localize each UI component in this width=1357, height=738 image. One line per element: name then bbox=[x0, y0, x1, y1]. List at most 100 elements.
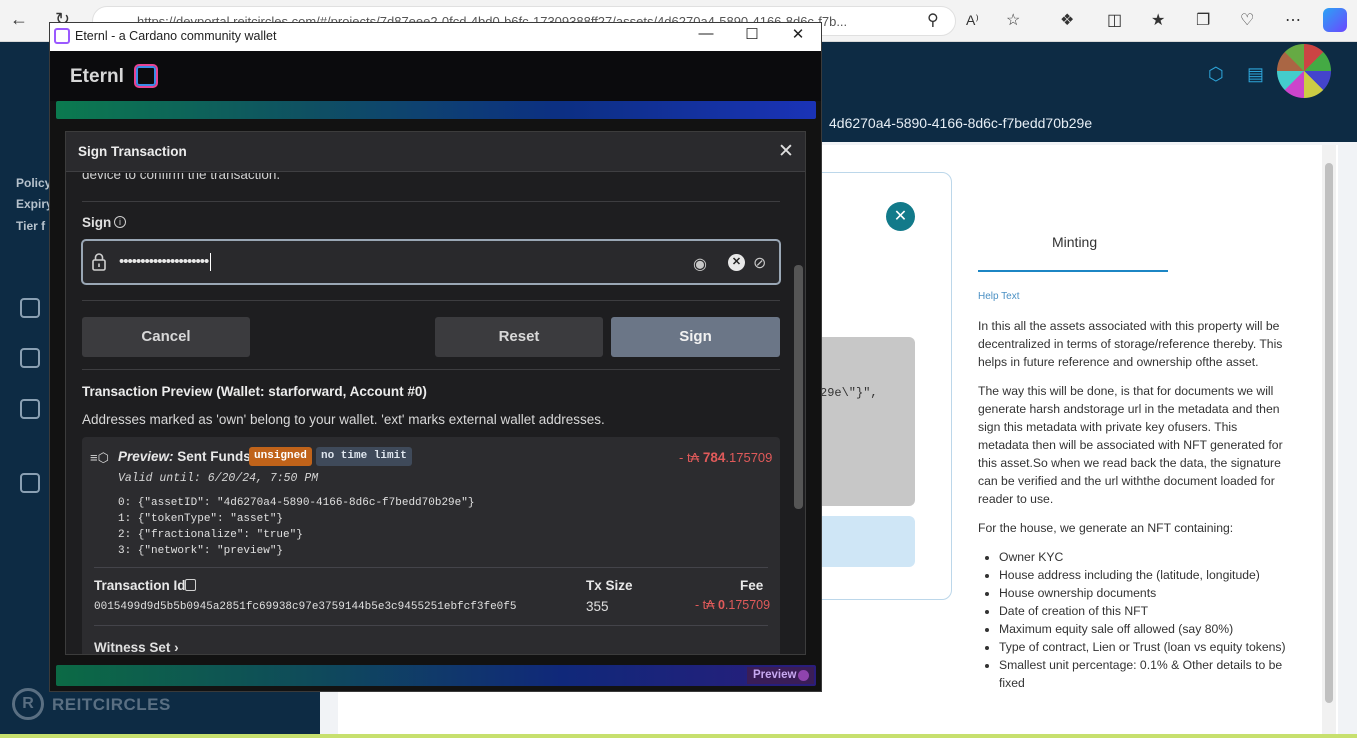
help-title: Help Text bbox=[978, 291, 1020, 302]
dialog-title: Sign Transaction bbox=[78, 144, 187, 159]
sent-funds-icon: ≡⬡ bbox=[90, 450, 109, 465]
sidebar-checkbox[interactable] bbox=[20, 348, 40, 368]
show-password-icon[interactable]: ◉ bbox=[693, 254, 707, 274]
transaction-id-value: 0015499d9d5b5b0945a2851fc69938c97e375914… bbox=[94, 601, 517, 613]
metadata-list: 0: {"assetID": "4d6270a4-5890-4166-8d6c-… bbox=[118, 495, 474, 559]
copy-icon[interactable] bbox=[185, 579, 196, 591]
window-titlebar: Eternl - a Cardano community wallet — ☐ … bbox=[50, 23, 821, 51]
gradient-bar bbox=[56, 101, 816, 119]
brand-name: REITCIRCLES bbox=[52, 695, 171, 714]
divider bbox=[94, 625, 768, 626]
reset-button[interactable]: Reset bbox=[435, 317, 603, 357]
help-paragraph: For the house, we generate an NFT contai… bbox=[978, 521, 1234, 535]
favorites-icon[interactable]: ★ bbox=[1151, 10, 1165, 30]
help-text: In this all the assets associated with t… bbox=[978, 317, 1290, 692]
sidebar-checkbox[interactable] bbox=[20, 473, 40, 493]
eternl-app-icon bbox=[54, 28, 70, 44]
chat-icon[interactable]: ▤ bbox=[1247, 64, 1264, 85]
copilot-icon[interactable] bbox=[1323, 8, 1347, 32]
status-badge-time-limit: no time limit bbox=[316, 447, 412, 466]
divider bbox=[82, 369, 780, 370]
avatar[interactable] bbox=[1277, 44, 1331, 98]
close-icon[interactable]: ✕ bbox=[886, 202, 915, 231]
sign-transaction-dialog: Sign Transaction ✕ device to confirm the… bbox=[65, 131, 806, 655]
divider bbox=[82, 201, 780, 202]
cancel-button[interactable]: Cancel bbox=[82, 317, 250, 357]
breadcrumb-asset-id[interactable]: 4d6270a4-5890-4166-8d6c-f7bedd70b29e bbox=[829, 115, 1092, 131]
sidebar-checkbox[interactable] bbox=[20, 399, 40, 419]
tx-size-value: 355 bbox=[586, 599, 609, 614]
back-icon[interactable]: ← bbox=[10, 9, 28, 30]
reitcircles-logo-icon: R bbox=[12, 688, 44, 720]
hide-password-icon[interactable]: ⊘ bbox=[753, 253, 766, 273]
metadata-line: 2: {"fractionalize": "true"} bbox=[118, 529, 303, 541]
help-list-item: Owner KYC bbox=[999, 548, 1290, 566]
browser-essentials-icon[interactable]: ♡ bbox=[1240, 10, 1254, 30]
help-paragraph: In this all the assets associated with t… bbox=[978, 319, 1283, 369]
password-field[interactable]: ••••••••••••••••••••• ◉ ✕ ⊘ bbox=[81, 239, 781, 285]
help-list-item: House ownership documents bbox=[999, 584, 1290, 602]
network-dot-icon bbox=[798, 670, 809, 681]
divider bbox=[82, 300, 780, 301]
valid-until: Valid until: 6/20/24, 7:50 PM bbox=[118, 472, 319, 485]
dialog-close-icon[interactable]: ✕ bbox=[778, 140, 794, 163]
help-list-item: Type of contract, Lien or Trust (loan vs… bbox=[999, 638, 1290, 656]
maximize-button[interactable]: ☐ bbox=[737, 25, 767, 43]
metadata-line: 0: {"assetID": "4d6270a4-5890-4166-8d6c-… bbox=[118, 497, 475, 509]
more-options-icon[interactable]: ⋯ bbox=[1285, 10, 1301, 30]
transaction-card: ≡⬡ Preview: Sent Funds unsigned no time … bbox=[82, 437, 780, 654]
read-aloud-icon[interactable]: A⁾ bbox=[966, 12, 979, 29]
tab-active-indicator bbox=[978, 270, 1168, 272]
eternl-logo-icon bbox=[134, 64, 158, 88]
fee-value: - t₳ 0.175709 bbox=[695, 598, 771, 612]
tab-minting[interactable]: Minting bbox=[1052, 234, 1097, 250]
help-paragraph: The way this will be done, is that for d… bbox=[978, 384, 1283, 506]
tx-size-label: Tx Size bbox=[586, 578, 633, 593]
eternl-window: Eternl - a Cardano community wallet — ☐ … bbox=[49, 22, 822, 692]
split-screen-icon[interactable]: ◫ bbox=[1107, 10, 1122, 30]
sidebar-label-expiry: Expiry bbox=[16, 197, 53, 211]
help-list-item: House address including the (latitude, l… bbox=[999, 566, 1290, 584]
metadata-line: 1: {"tokenType": "asset"} bbox=[118, 513, 284, 525]
dialog-header: Sign Transaction ✕ bbox=[66, 132, 805, 172]
password-value: ••••••••••••••••••••• bbox=[119, 253, 212, 272]
lock-icon bbox=[92, 253, 106, 271]
help-list-item: Date of creation of this NFT bbox=[999, 602, 1290, 620]
sidebar-checkbox[interactable] bbox=[20, 298, 40, 318]
instruction-text: device to confirm the transaction. bbox=[82, 173, 281, 182]
help-list-item: Maximum equity sale off allowed (say 80%… bbox=[999, 620, 1290, 638]
help-list-item: Smallest unit percentage: 0.1% & Other d… bbox=[999, 656, 1290, 692]
fee-label: Fee bbox=[740, 578, 764, 593]
preview-subtitle: Addresses marked as 'own' belong to your… bbox=[82, 412, 605, 427]
dialog-scrollbar-thumb[interactable] bbox=[794, 265, 803, 509]
help-list: Owner KYC House address including the (l… bbox=[999, 548, 1290, 692]
page-scrollbar[interactable] bbox=[1322, 145, 1336, 735]
window-close-button[interactable]: ✕ bbox=[783, 25, 813, 43]
info-icon[interactable]: i bbox=[114, 216, 126, 228]
sidebar-label-tier: Tier f bbox=[16, 219, 46, 233]
code-fragment: 29e\"}", bbox=[820, 386, 878, 400]
taskbar-strip bbox=[0, 734, 1357, 738]
collections-icon[interactable]: ❐ bbox=[1196, 10, 1210, 30]
favorite-star-icon[interactable]: ☆ bbox=[1006, 10, 1020, 30]
eternl-header bbox=[50, 51, 821, 101]
sign-button[interactable]: Sign bbox=[611, 317, 780, 357]
transaction-id-label: Transaction Id bbox=[94, 578, 186, 593]
sent-amount: - t₳ 784.175709 bbox=[679, 450, 773, 465]
clear-input-icon[interactable]: ✕ bbox=[728, 254, 745, 271]
status-badge-unsigned: unsigned bbox=[249, 447, 312, 466]
card-heading: Preview: Sent Funds bbox=[118, 449, 251, 464]
sign-label: Sign bbox=[82, 215, 112, 230]
metadata-line: 3: {"network": "preview"} bbox=[118, 545, 284, 557]
page-scrollbar-thumb[interactable] bbox=[1325, 163, 1333, 703]
minimize-button[interactable]: — bbox=[691, 25, 721, 42]
extensions-icon[interactable]: ❖ bbox=[1060, 10, 1074, 30]
tabs-area bbox=[955, 145, 1328, 275]
divider bbox=[94, 567, 768, 568]
window-title: Eternl - a Cardano community wallet bbox=[75, 29, 277, 43]
eternl-logo-text: Eternl bbox=[70, 66, 124, 87]
witness-set-toggle[interactable]: Witness Set › bbox=[94, 640, 179, 654]
zoom-icon[interactable]: ⚲ bbox=[927, 10, 939, 30]
preview-title: Transaction Preview (Wallet: starforward… bbox=[82, 384, 427, 399]
cube-icon[interactable]: ⬡ bbox=[1208, 64, 1224, 85]
